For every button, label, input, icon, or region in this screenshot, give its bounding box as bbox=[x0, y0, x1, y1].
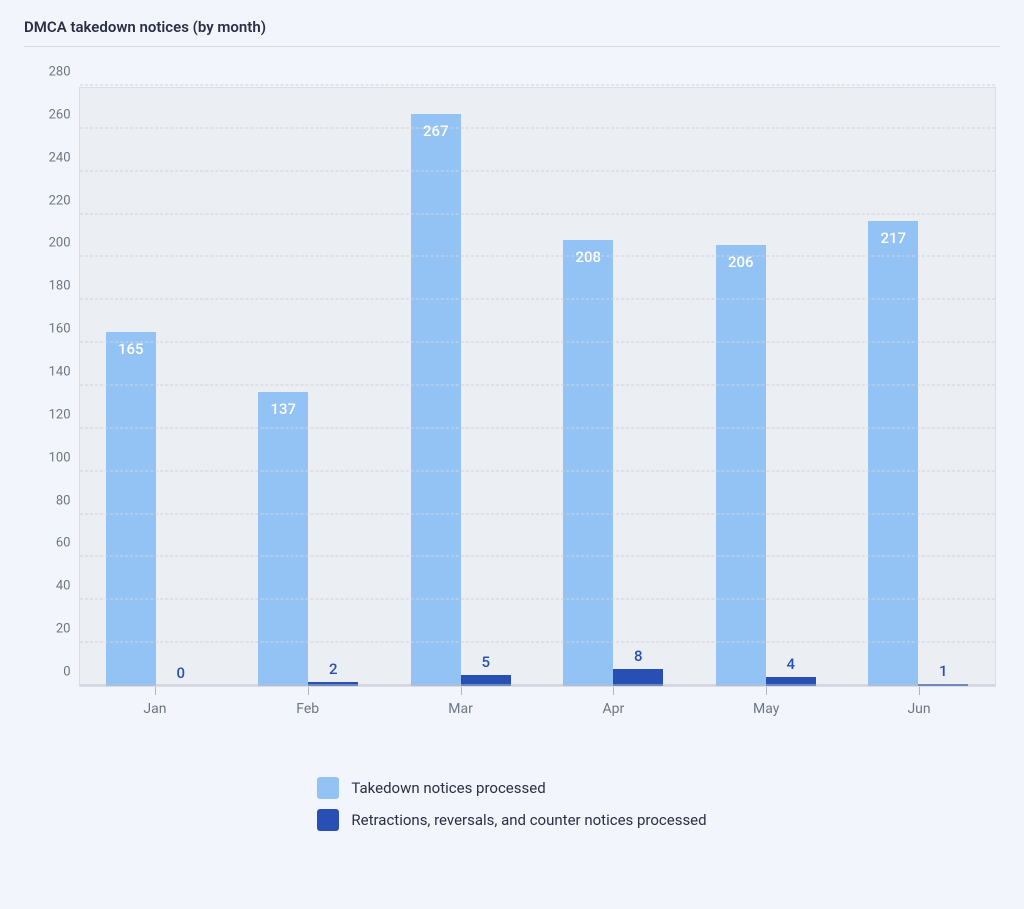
bar-group: 267 5 bbox=[385, 88, 538, 686]
legend-swatch-light bbox=[317, 777, 339, 799]
bar-value-label: 1 bbox=[939, 662, 948, 680]
y-tick-label: 20 bbox=[56, 622, 71, 637]
y-tick-label: 240 bbox=[49, 150, 71, 165]
bar-group: 217 1 bbox=[842, 88, 995, 686]
x-tick-label: Apr bbox=[603, 701, 625, 717]
bar-value-label: 5 bbox=[481, 653, 490, 671]
bar-series-0: 208 bbox=[563, 240, 613, 686]
y-tick-label: 80 bbox=[56, 493, 71, 508]
x-tick: Jan bbox=[79, 697, 232, 731]
x-tick: Feb bbox=[231, 697, 384, 731]
gridline bbox=[80, 299, 995, 300]
bar-value-label: 0 bbox=[176, 664, 185, 682]
y-tick-label: 120 bbox=[49, 407, 71, 422]
gridline bbox=[80, 642, 995, 643]
gridline bbox=[80, 513, 995, 514]
y-tick-label: 40 bbox=[56, 579, 71, 594]
bar-value-label: 137 bbox=[270, 400, 296, 418]
bar-value-label: 217 bbox=[880, 229, 906, 247]
chart-area: 020406080100120140160180200220240260280 … bbox=[29, 87, 996, 831]
bar-series-0: 217 bbox=[868, 221, 918, 686]
gridline bbox=[80, 127, 995, 128]
bar-value-label: 208 bbox=[575, 248, 601, 266]
bar-series-0: 267 bbox=[411, 114, 461, 686]
gridline bbox=[80, 470, 995, 471]
x-tick-label: May bbox=[753, 701, 779, 717]
legend-label-series-0: Takedown notices processed bbox=[351, 779, 545, 797]
y-tick-label: 200 bbox=[49, 236, 71, 251]
gridline bbox=[80, 85, 995, 86]
x-tick: May bbox=[690, 697, 843, 731]
x-tick: Apr bbox=[537, 697, 690, 731]
legend-swatch-dark bbox=[317, 809, 339, 831]
gridline bbox=[80, 385, 995, 386]
plot-wrap: 020406080100120140160180200220240260280 … bbox=[29, 87, 996, 687]
gridline bbox=[80, 170, 995, 171]
bar-value-label: 2 bbox=[329, 660, 338, 678]
x-axis: Jan Feb Mar Apr May Jun bbox=[29, 697, 996, 731]
bar-group: 2064 bbox=[690, 88, 843, 686]
bar-value-label: 165 bbox=[118, 340, 144, 358]
y-tick-label: 220 bbox=[49, 193, 71, 208]
bar-series-1: 8 bbox=[613, 669, 663, 686]
y-tick-label: 160 bbox=[49, 322, 71, 337]
x-tick: Jun bbox=[843, 697, 996, 731]
y-tick-label: 180 bbox=[49, 279, 71, 294]
bar-groups: 165013722675208820642171 bbox=[80, 88, 995, 686]
bar-group: 1650 bbox=[80, 88, 233, 686]
x-tick: Mar bbox=[384, 697, 537, 731]
chart-title: DMCA takedown notices (by month) bbox=[24, 14, 1000, 47]
gridline bbox=[80, 213, 995, 214]
bar-value-label: 4 bbox=[786, 655, 795, 673]
y-axis: 020406080100120140160180200220240260280 bbox=[29, 87, 79, 687]
y-tick-label: 60 bbox=[56, 536, 71, 551]
legend-item: Retractions, reversals, and counter noti… bbox=[317, 809, 706, 831]
legend: Takedown notices processed Retractions, … bbox=[317, 777, 706, 831]
bar-series-0: 206 bbox=[716, 245, 766, 686]
y-tick-label: 280 bbox=[49, 65, 71, 80]
bar-group: 137 2 bbox=[232, 88, 385, 686]
y-tick-label: 260 bbox=[49, 107, 71, 122]
bar-group: 2088 bbox=[537, 88, 690, 686]
gridline bbox=[80, 427, 995, 428]
y-tick-label: 140 bbox=[49, 365, 71, 380]
legend-label-series-1: Retractions, reversals, and counter noti… bbox=[351, 811, 706, 829]
gridline bbox=[80, 685, 995, 686]
bar-value-label: 267 bbox=[423, 122, 449, 140]
y-tick-label: 0 bbox=[63, 665, 70, 680]
chart-page: DMCA takedown notices (by month) 0204060… bbox=[0, 0, 1024, 909]
x-tick-label: Jun bbox=[907, 701, 930, 717]
gridline bbox=[80, 342, 995, 343]
x-tick-label: Jan bbox=[143, 701, 166, 717]
y-tick-label: 100 bbox=[49, 450, 71, 465]
x-tick-label: Mar bbox=[448, 701, 473, 717]
gridline bbox=[80, 599, 995, 600]
bar-value-label: 8 bbox=[634, 647, 643, 665]
gridline bbox=[80, 256, 995, 257]
plot-area: 165013722675208820642171 bbox=[79, 87, 996, 687]
gridline bbox=[80, 556, 995, 557]
legend-item: Takedown notices processed bbox=[317, 777, 706, 799]
x-tick-label: Feb bbox=[296, 701, 319, 717]
